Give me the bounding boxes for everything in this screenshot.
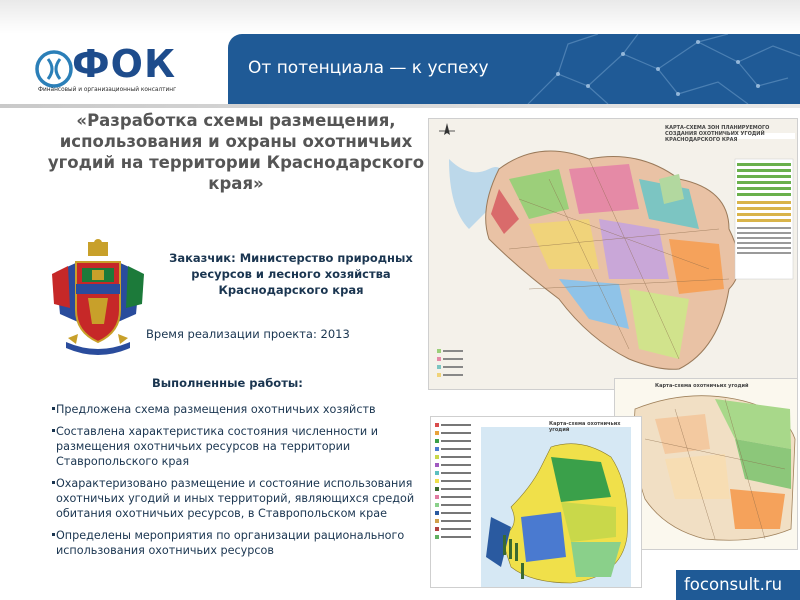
works-list: Предложена схема размещения охотничьих х… (52, 402, 428, 565)
list-item: Составлена характеристика состояния числ… (52, 424, 428, 469)
main-map-graphic (429, 119, 797, 389)
tagline-bar: От потенциала — к успеху (228, 34, 800, 104)
main-map-title: КАРТА-СХЕМА ЗОН ПЛАНИРУЕМОГО СОЗДАНИЯ ОХ… (665, 125, 770, 143)
customer-info: Заказчик: Министерство природных ресурсо… (169, 251, 413, 297)
website-link[interactable]: foconsult.ru (684, 575, 782, 594)
list-item: Охарактеризовано размещение и состояние … (52, 476, 428, 521)
list-item: Определены мероприятия по организации ра… (52, 528, 428, 558)
logo-subtitle: Финансовый и организационный консалтинг (38, 87, 177, 93)
west-map-graphic (431, 417, 641, 587)
logo-text: ФОК (72, 42, 177, 86)
project-period: Время реализации проекта: 2013 (146, 327, 350, 341)
website-badge[interactable]: foconsult.ru (676, 570, 800, 600)
main-map-image: КАРТА-СХЕМА ЗОН ПЛАНИРУЕМОГО СОЗДАНИЯ ОХ… (428, 118, 798, 390)
project-title: «Разработка схемы размещения, использова… (47, 111, 425, 193)
south-map-graphic (615, 379, 797, 549)
company-logo[interactable]: ФОК Финансовый и организационный консалт… (34, 42, 194, 96)
tagline-text: От потенциала — к успеху (248, 58, 489, 78)
top-band (0, 0, 800, 34)
works-heading: Выполненные работы: (152, 376, 303, 390)
fok-logo-mark-icon (35, 50, 73, 88)
list-item: Предложена схема размещения охотничьих х… (52, 402, 428, 417)
krasnodar-coat-of-arms-icon (52, 239, 144, 355)
header-divider (0, 104, 800, 108)
west-map-title: Карта-схема охотничьих угодий (549, 421, 621, 433)
south-map-title: Карта-схема охотничьих угодий (655, 383, 749, 389)
west-map-image: Карта-схема охотничьих угодий (430, 416, 642, 588)
